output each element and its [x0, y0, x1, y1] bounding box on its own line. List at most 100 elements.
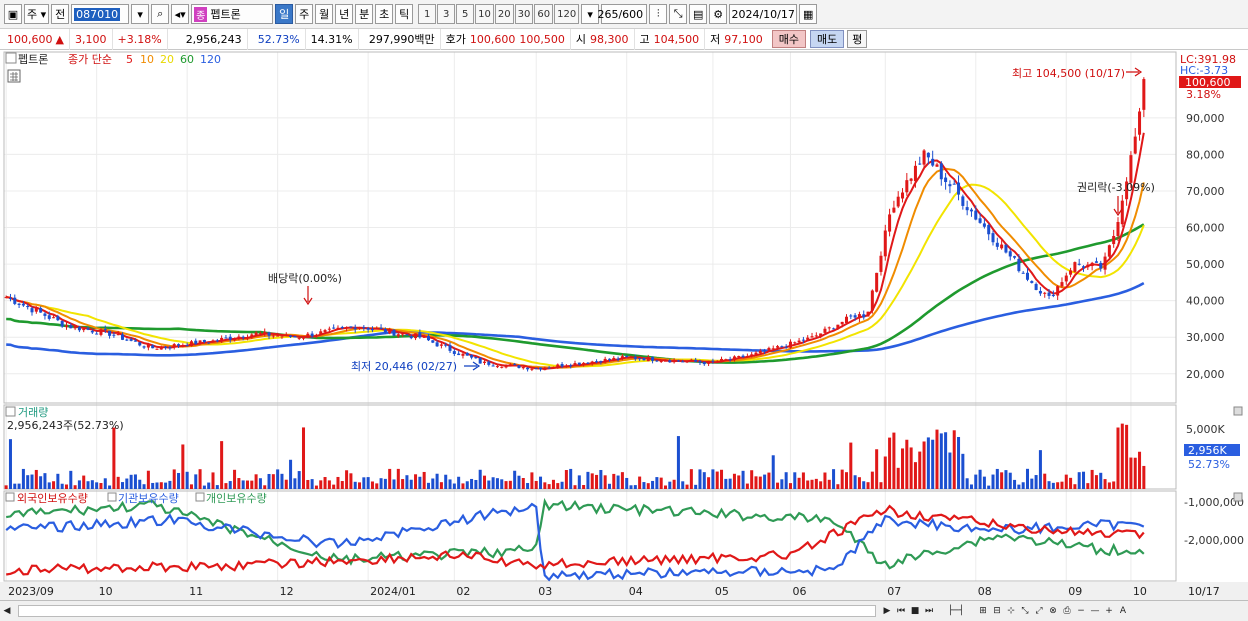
stock-name-field[interactable]: 종 펩트론 — [191, 4, 274, 24]
stock-code-input[interactable]: 087010 — [71, 4, 130, 24]
avg-button[interactable]: 평 — [847, 30, 868, 48]
period-tab-5[interactable]: 초 — [375, 4, 394, 24]
volume-bar — [345, 470, 349, 489]
candle-body — [901, 192, 905, 199]
volume-bar — [121, 482, 125, 489]
compare-icon[interactable]: ⊟ — [990, 603, 1004, 619]
interval-button-1[interactable]: 1 — [418, 4, 437, 24]
candle-body — [1056, 286, 1060, 296]
interval-button-10[interactable]: 10 — [475, 4, 494, 24]
candle-body — [1107, 245, 1111, 257]
candle-body — [767, 347, 771, 351]
period-tab-2[interactable]: 월 — [315, 4, 334, 24]
zoom-line-icon[interactable]: — — [1088, 603, 1102, 619]
zoom-slider[interactable]: ├─┤ — [936, 603, 976, 619]
speaker-icon[interactable]: ◂▾ — [171, 4, 190, 24]
volume-bar — [319, 480, 323, 489]
interval-button-120[interactable]: 120 — [554, 4, 580, 24]
draw-icon[interactable]: ⤡ — [1018, 603, 1032, 619]
candle-body — [64, 325, 68, 327]
period-tab-1[interactable]: 주 — [295, 4, 314, 24]
candle-body — [547, 367, 551, 369]
holdings-close-icon[interactable] — [1233, 492, 1243, 502]
chart-type-icon[interactable]: ⊞ — [976, 603, 990, 619]
bar-count-field[interactable]: 265/600 — [597, 4, 648, 24]
zoom-in-icon[interactable]: + — [1102, 603, 1116, 619]
candle-body — [534, 368, 538, 370]
crosshair-icon[interactable]: ⊹ — [1004, 603, 1018, 619]
period-tab-0[interactable]: 일 — [275, 4, 294, 24]
volume-bar — [853, 475, 857, 489]
settings-icon[interactable]: ⚙ — [709, 4, 728, 24]
volume-bar — [995, 468, 999, 489]
fit-icon[interactable]: ⤢ — [1032, 603, 1046, 619]
volume-toggle-icon[interactable] — [5, 406, 16, 417]
chart-area[interactable]: 펩트론 종가 단순 5 10 20 60 120 LC:391.98 HC:-3… — [0, 50, 1248, 600]
candle-body — [233, 338, 237, 341]
candle-body — [86, 328, 90, 330]
candle-body — [211, 340, 215, 343]
interval-button-20[interactable]: 20 — [494, 4, 514, 24]
scroll-left-icon[interactable]: ◀ — [0, 603, 14, 619]
search-icon[interactable]: ⌕ — [151, 4, 170, 24]
first-page-icon[interactable]: ⏮ — [894, 603, 908, 619]
interval-button-3[interactable]: 3 — [437, 4, 456, 24]
interval-button-60[interactable]: 60 — [534, 4, 554, 24]
interval-button-30[interactable]: 30 — [514, 4, 534, 24]
buy-button[interactable]: 매수 — [771, 30, 806, 48]
volume-bar — [220, 441, 224, 489]
save-icon[interactable]: ▤ — [689, 4, 708, 24]
volume-close-icon[interactable] — [1233, 406, 1243, 416]
legend-toggle-icon[interactable] — [5, 52, 17, 64]
candle-body — [521, 367, 525, 369]
draw-tool-icon[interactable]: ⤡ — [669, 4, 688, 24]
scroll-right-icon[interactable]: ▶ — [880, 603, 894, 619]
link-icon[interactable]: ⊗ — [1046, 603, 1060, 619]
candle-body — [245, 337, 249, 339]
code-dropdown-button[interactable]: ▾ — [131, 4, 150, 24]
period-tab-6[interactable]: 틱 — [395, 4, 414, 24]
stock-chart-svg[interactable]: 펩트론 종가 단순 5 10 20 60 120 LC:391.98 HC:-3… — [0, 50, 1248, 600]
compare-select[interactable]: 전 — [51, 4, 70, 24]
indicator-icon[interactable]: ⫶ — [649, 4, 668, 24]
zoom-out-icon[interactable]: − — [1074, 603, 1088, 619]
print-icon[interactable]: ⎙ — [1060, 603, 1074, 619]
last-page-icon[interactable]: ⏭ — [922, 603, 936, 619]
volume-bar — [435, 473, 439, 489]
volume-bar — [707, 477, 711, 489]
volume-bar — [95, 482, 99, 489]
volume-bar — [892, 432, 896, 489]
volume-bar — [43, 473, 47, 489]
candle-body — [784, 346, 788, 348]
period-select[interactable]: 주 ▾ — [24, 4, 50, 24]
period-tab-4[interactable]: 분 — [355, 4, 374, 24]
volume-title: 거래량 — [18, 406, 48, 419]
volume-bar — [1060, 481, 1064, 489]
period-tab-3[interactable]: 년 — [335, 4, 354, 24]
stop-icon[interactable]: ■ — [908, 603, 922, 619]
holdings-toggle-icon[interactable] — [5, 492, 15, 502]
institution-toggle-icon[interactable] — [107, 492, 117, 502]
layout-icon[interactable]: ▣ — [4, 4, 22, 24]
volume-ratio-cell: 52.73% — [248, 28, 306, 50]
candle-body — [711, 360, 715, 362]
volume-bar — [491, 477, 495, 489]
sell-button[interactable]: 매도 — [810, 30, 845, 48]
volume-bar — [237, 478, 241, 489]
candle-body — [707, 360, 711, 364]
volume-bar — [448, 479, 452, 489]
interval-button-5[interactable]: 5 — [456, 4, 475, 24]
candle-body — [401, 333, 405, 335]
calendar-icon[interactable]: ▦ — [799, 4, 818, 24]
date-field[interactable]: 2024/10/17 — [729, 4, 798, 24]
individual-toggle-icon[interactable] — [195, 492, 205, 502]
volume-bar — [564, 469, 568, 489]
volume-bar — [267, 473, 271, 489]
candle-body — [814, 335, 818, 337]
candle-body — [745, 356, 749, 358]
scroll-track[interactable] — [18, 605, 876, 617]
candle-body — [21, 303, 25, 306]
interval-dropdown-button[interactable]: ▾ — [581, 4, 600, 24]
candle-body — [202, 339, 206, 343]
font-size-icon[interactable]: A — [1116, 603, 1130, 619]
